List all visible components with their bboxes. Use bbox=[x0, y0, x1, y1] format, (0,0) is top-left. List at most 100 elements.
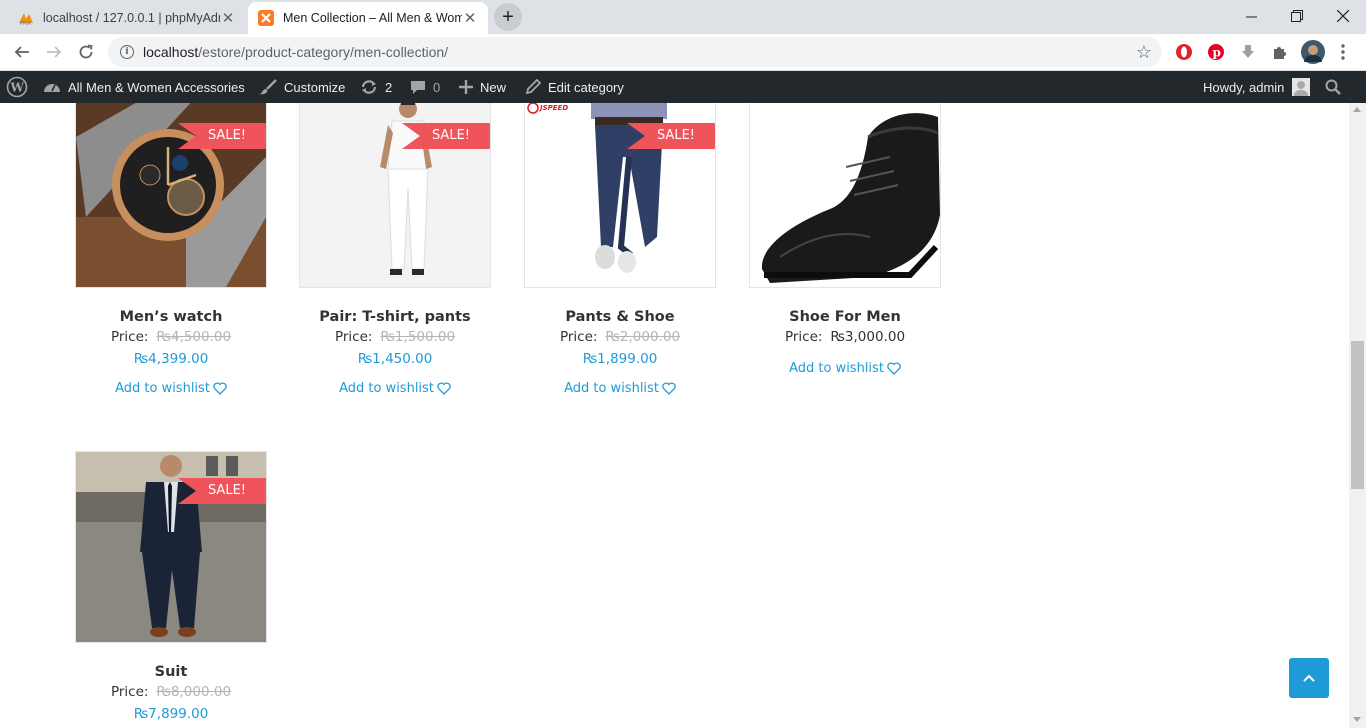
tab-close-icon[interactable]: ✕ bbox=[462, 9, 478, 27]
product-card: SALE! Men’s watch Price: ₨4,500.00 ₨4,399… bbox=[75, 103, 267, 396]
back-arrow-icon[interactable] bbox=[8, 38, 36, 66]
heart-icon bbox=[437, 382, 451, 395]
product-title[interactable]: Pair: T-shirt, pants bbox=[299, 309, 491, 325]
product-image-link[interactable]: SALE! bbox=[299, 103, 491, 288]
product-image-link[interactable] bbox=[749, 103, 941, 288]
comments-count: 0 bbox=[433, 79, 441, 95]
shoe-photo bbox=[750, 103, 940, 287]
heart-icon bbox=[213, 382, 227, 395]
product-price: Price: ₨1,500.00 bbox=[299, 329, 491, 345]
paintbrush-icon bbox=[259, 79, 277, 95]
product-price: Price: ₨8,000.00 bbox=[75, 684, 267, 700]
close-window-icon[interactable] bbox=[1320, 0, 1366, 32]
admin-bar-updates[interactable]: 2 bbox=[360, 71, 392, 103]
regular-price: ₨2,000.00 bbox=[605, 329, 681, 345]
add-to-wishlist-link[interactable]: Add to wishlist bbox=[299, 381, 491, 396]
browser-toolbar: i localhost/estore/product-category/men-… bbox=[0, 34, 1366, 71]
edit-category-label: Edit category bbox=[548, 79, 624, 95]
bookmark-star-icon[interactable]: ☆ bbox=[1136, 42, 1152, 63]
product-price: Price: ₨3,000.00 bbox=[749, 329, 941, 345]
price-label: Price: bbox=[110, 684, 149, 700]
updates-count: 2 bbox=[385, 79, 393, 95]
product-image-link[interactable]: JSPEED SALE! bbox=[524, 103, 716, 288]
product-price: Price: ₨2,000.00 bbox=[524, 329, 716, 345]
xampp-favicon-icon bbox=[258, 10, 274, 26]
tab-title: localhost / 127.0.0.1 | phpMyAdmin bbox=[43, 11, 220, 25]
phpmyadmin-favicon-icon: PMA bbox=[19, 13, 33, 26]
wp-admin-bar: W All Men & Women Accessories Customize … bbox=[0, 71, 1366, 103]
price-label: Price: bbox=[334, 329, 373, 345]
sale-price: ₨7,899.00 bbox=[133, 706, 209, 722]
back-to-top-button[interactable] bbox=[1289, 658, 1329, 698]
product-title[interactable]: Suit bbox=[75, 664, 267, 680]
wishlist-label: Add to wishlist bbox=[115, 381, 210, 396]
tab-title: Men Collection – All Men & Women Accesso… bbox=[283, 11, 462, 25]
wordpress-logo-icon[interactable]: W bbox=[6, 71, 28, 103]
regular-price: ₨4,500.00 bbox=[156, 329, 232, 345]
minimize-icon[interactable] bbox=[1228, 0, 1274, 32]
add-to-wishlist-link[interactable]: Add to wishlist bbox=[749, 361, 941, 376]
tab-close-icon[interactable]: ✕ bbox=[220, 9, 236, 27]
site-name-label: All Men & Women Accessories bbox=[68, 79, 245, 95]
product-title[interactable]: Shoe For Men bbox=[749, 309, 941, 325]
regular-price: ₨3,000.00 bbox=[830, 329, 906, 345]
url-text: localhost/estore/product-category/men-co… bbox=[143, 44, 448, 60]
price-label: Price: bbox=[559, 329, 598, 345]
page-content: SALE! Men’s watch Price: ₨4,500.00 ₨4,399… bbox=[0, 103, 1349, 728]
comment-bubble-icon bbox=[410, 79, 426, 95]
tab-phpmyadmin[interactable]: PMA localhost / 127.0.0.1 | phpMyAdmin ✕ bbox=[8, 2, 246, 34]
product-image-link[interactable]: SALE! bbox=[75, 451, 267, 643]
new-tab-button[interactable]: + bbox=[494, 3, 522, 31]
browser-tab-strip: PMA localhost / 127.0.0.1 | phpMyAdmin ✕… bbox=[0, 0, 1366, 34]
tab-men-collection[interactable]: Men Collection – All Men & Women Accesso… bbox=[248, 2, 488, 34]
price-label: Price: bbox=[110, 329, 149, 345]
admin-bar-site-name[interactable]: All Men & Women Accessories bbox=[43, 71, 245, 103]
profile-avatar[interactable] bbox=[1301, 40, 1325, 64]
add-to-wishlist-link[interactable]: Add to wishlist bbox=[75, 381, 267, 396]
admin-bar-customize[interactable]: Customize bbox=[259, 71, 345, 103]
product-image-link[interactable]: SALE! bbox=[75, 103, 267, 288]
howdy-label: Howdy, admin bbox=[1203, 79, 1285, 95]
plus-icon bbox=[459, 80, 473, 94]
product-price: Price: ₨4,500.00 bbox=[75, 329, 267, 345]
address-bar[interactable]: i localhost/estore/product-category/men-… bbox=[108, 37, 1162, 67]
restore-icon[interactable] bbox=[1274, 0, 1320, 32]
admin-bar-comments[interactable]: 0 bbox=[410, 71, 440, 103]
browser-menu-icon[interactable] bbox=[1333, 42, 1353, 62]
sale-price: ₨1,450.00 bbox=[357, 351, 433, 367]
heart-icon bbox=[887, 362, 901, 375]
scroll-up-arrow-icon[interactable] bbox=[1353, 107, 1361, 112]
extensions-puzzle-icon[interactable] bbox=[1270, 42, 1290, 62]
admin-bar-edit-category[interactable]: Edit category bbox=[525, 71, 624, 103]
wishlist-label: Add to wishlist bbox=[339, 381, 434, 396]
forward-arrow-icon[interactable] bbox=[40, 38, 68, 66]
product-card: SALE! Pair: T-shirt, pants Price: ₨1,500.… bbox=[299, 103, 491, 396]
admin-bar-my-account[interactable]: Howdy, admin bbox=[1203, 71, 1311, 103]
regular-price: ₨1,500.00 bbox=[380, 329, 456, 345]
page-scrollbar[interactable] bbox=[1349, 103, 1366, 728]
new-label: New bbox=[480, 79, 507, 95]
wishlist-label: Add to wishlist bbox=[564, 381, 659, 396]
sale-price: ₨1,899.00 bbox=[582, 351, 658, 367]
opera-extension-icon[interactable] bbox=[1174, 42, 1194, 62]
svg-text:PMA: PMA bbox=[20, 21, 31, 26]
reload-icon[interactable] bbox=[72, 38, 100, 66]
dashboard-gauge-icon bbox=[43, 79, 61, 95]
scrollbar-thumb[interactable] bbox=[1351, 341, 1364, 489]
heart-icon bbox=[662, 382, 676, 395]
pencil-icon bbox=[525, 79, 541, 95]
add-to-wishlist-link[interactable]: Add to wishlist bbox=[524, 381, 716, 396]
site-info-icon[interactable]: i bbox=[120, 45, 134, 59]
scroll-down-arrow-icon[interactable] bbox=[1353, 717, 1361, 722]
download-extension-icon[interactable] bbox=[1238, 42, 1258, 62]
admin-bar-new[interactable]: New bbox=[459, 71, 506, 103]
admin-avatar bbox=[1292, 78, 1311, 96]
url-host: localhost bbox=[143, 44, 199, 60]
product-title[interactable]: Pants & Shoe bbox=[524, 309, 716, 325]
svg-text:W: W bbox=[10, 81, 25, 95]
customize-label: Customize bbox=[284, 79, 346, 95]
product-title[interactable]: Men’s watch bbox=[75, 309, 267, 325]
pinterest-extension-icon[interactable]: p bbox=[1206, 42, 1226, 62]
svg-text:JSPEED: JSPEED bbox=[538, 104, 568, 112]
admin-bar-search-icon[interactable] bbox=[1325, 71, 1341, 103]
